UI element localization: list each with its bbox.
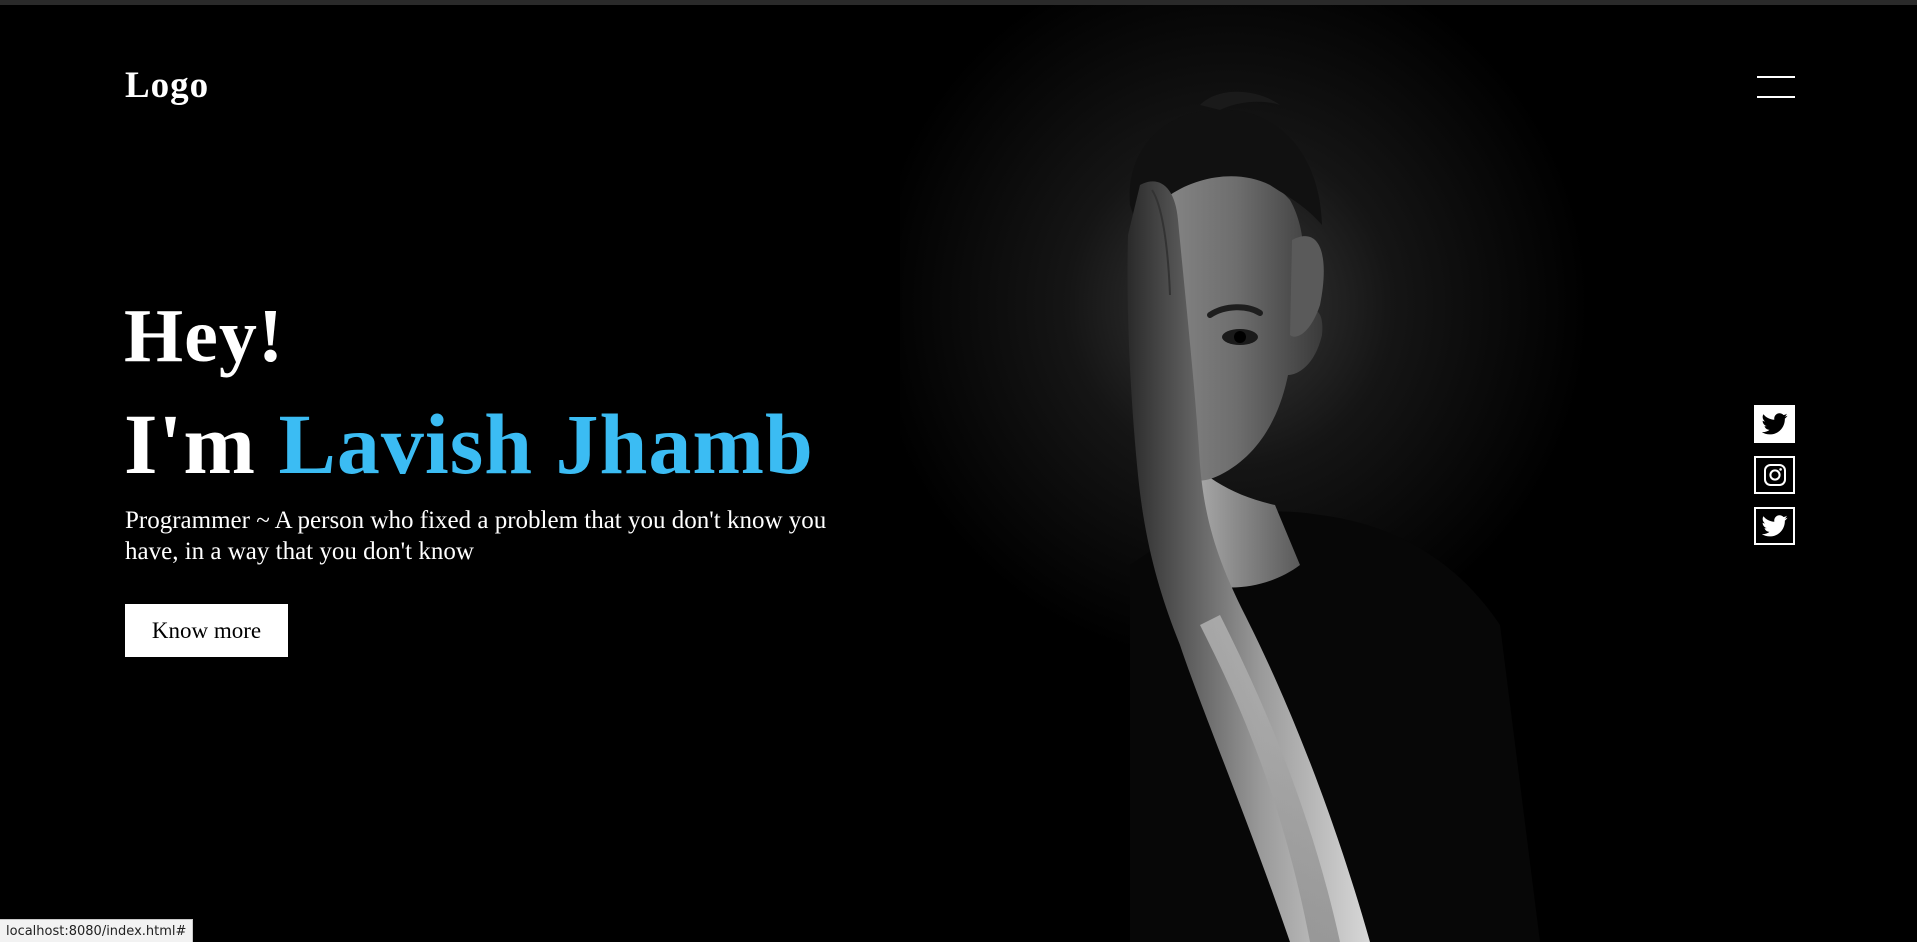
twitter-icon (1761, 515, 1788, 537)
twitter-icon (1761, 413, 1788, 435)
browser-status-bar: localhost:8080/index.html# (0, 919, 194, 942)
instagram-link[interactable] (1754, 456, 1795, 494)
menu-bar-bottom (1757, 96, 1795, 98)
twitter-link-secondary[interactable] (1754, 507, 1795, 545)
hamburger-menu-icon[interactable] (1757, 74, 1795, 100)
hero-tagline: Programmer ~ A person who fixed a proble… (125, 507, 827, 565)
hero-intro-line: I'm Lavish Jhamb (124, 401, 814, 487)
social-links (1754, 405, 1795, 558)
hero-headline: Hey! I'm Lavish Jhamb (124, 298, 814, 487)
hero-intro-prefix: I'm (124, 396, 256, 492)
hero-name: Lavish Jhamb (278, 396, 814, 492)
hero-greeting: Hey! (124, 294, 285, 378)
menu-bar-top (1757, 76, 1795, 78)
site-logo[interactable]: Logo (125, 64, 209, 107)
instagram-icon (1763, 464, 1786, 486)
know-more-button[interactable]: Know more (125, 604, 288, 657)
twitter-link[interactable] (1754, 405, 1795, 443)
landing-page: Logo Hey! I'm Lavish Jhamb Programmer ~ … (0, 0, 1917, 942)
